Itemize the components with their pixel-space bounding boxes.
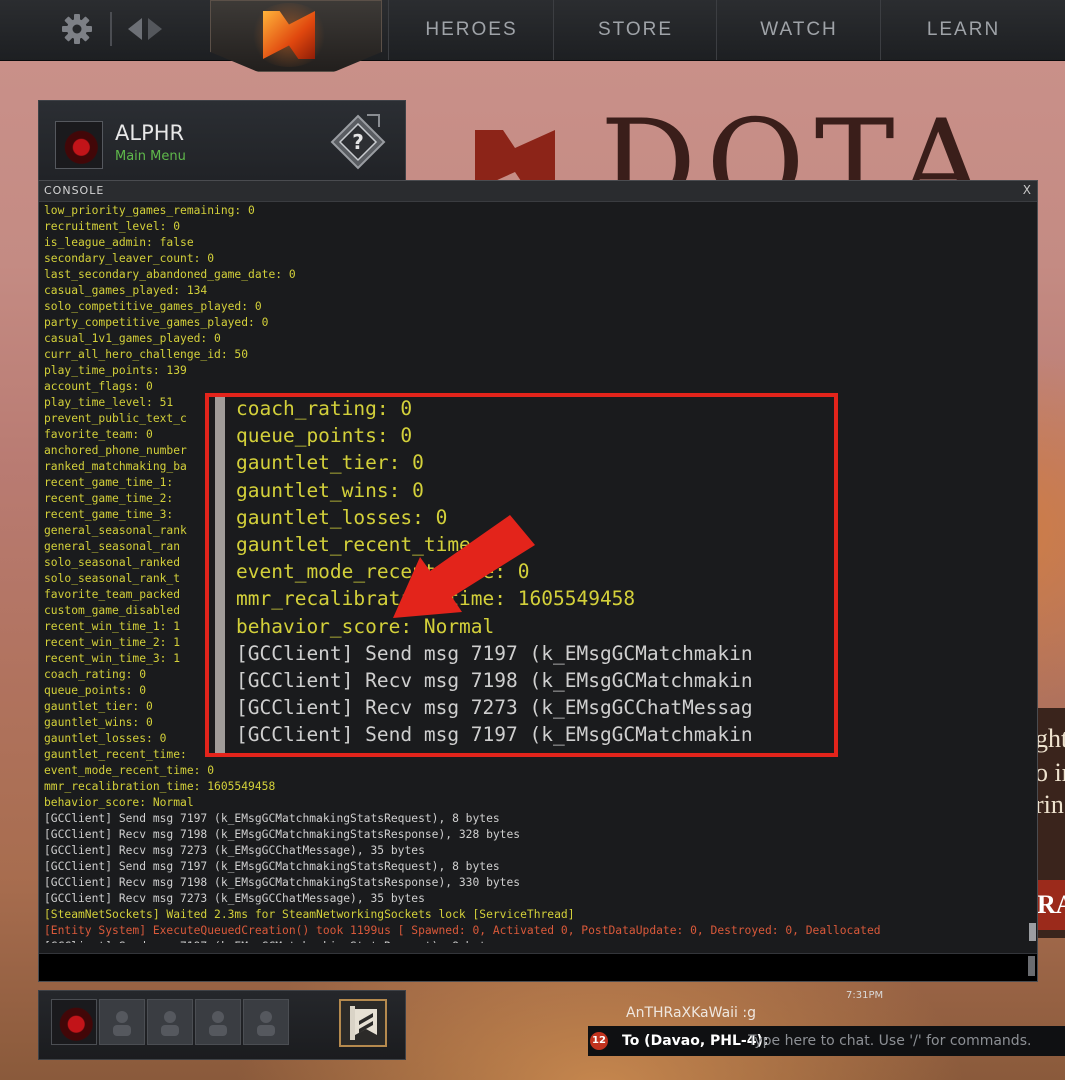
promo-text-line: ght: [1035, 724, 1065, 753]
zoom-console-line: [GCClient] Recv msg 7198 (k_EMsgGCMatchm…: [236, 748, 753, 753]
console-line: curr_all_hero_challenge_id: 50: [44, 348, 249, 361]
console-line: event_mode_recent_time: 0: [44, 764, 215, 777]
zoom-console-line: gauntlet_wins: 0: [236, 478, 424, 502]
nav-heroes[interactable]: HEROES: [388, 0, 554, 60]
person-icon: [209, 1011, 227, 1036]
chat-timestamp: 7:31PM: [846, 990, 884, 1001]
close-button[interactable]: X: [1023, 183, 1031, 197]
nav-store[interactable]: STORE: [553, 0, 717, 60]
console-line: [Entity System] ExecuteQueuedCreation() …: [44, 924, 881, 937]
red-arrow-icon: [393, 515, 535, 618]
promo-text-line: rin: [1035, 790, 1064, 819]
console-line: [SteamNetSockets] Waited 2.3ms for Steam…: [44, 908, 575, 921]
person-icon: [113, 1011, 131, 1036]
banner-icon: [350, 1006, 377, 1040]
zoom-console-line: [GCClient] Send msg 7197 (k_EMsgGCMatchm…: [236, 641, 753, 665]
dota-logo: DOTA: [470, 95, 990, 225]
profile-name: ALPHR: [115, 121, 185, 145]
back-forward-arrows-icon[interactable]: [126, 16, 164, 42]
console-line: party_competitive_games_played: 0: [44, 316, 269, 329]
console-line: [GCClient] Recv msg 7273 (k_EMsgGCChatMe…: [44, 844, 425, 857]
nav-watch[interactable]: WATCH: [716, 0, 881, 60]
top-navigation-bar: HEROES STORE WATCH LEARN: [0, 0, 1065, 72]
chat-input[interactable]: [748, 1030, 1058, 1052]
console-header[interactable]: CONSOLE X: [39, 181, 1037, 202]
console-line: last_secondary_abandoned_game_date: 0: [44, 268, 296, 281]
scrollbar-thumb[interactable]: [1029, 923, 1036, 941]
console-line: [GCClient] Recv msg 7198 (k_EMsgGCMatchm…: [44, 828, 521, 841]
zoom-console-line: [GCClient] Recv msg 7198 (k_EMsgGCMatchm…: [236, 668, 753, 692]
console-line: secondary_leaver_count: 0: [44, 252, 215, 265]
chat-message-user: AnTHRaXKaWaii :g: [626, 1005, 756, 1021]
profile-status: Main Menu: [115, 149, 186, 164]
console-line: [GCClient] Send msg 7197 (k_EMsgGCMatchm…: [44, 939, 1029, 943]
console-scrollbar[interactable]: [1029, 203, 1037, 943]
console-line: play_time_points: 139: [44, 364, 187, 377]
console-line: low_priority_games_remaining: 0: [44, 204, 255, 217]
zoom-console-line: gauntlet_tier: 0: [236, 451, 424, 475]
nav-learn[interactable]: LEARN: [880, 0, 1046, 60]
party-slot[interactable]: [147, 999, 193, 1045]
party-slot[interactable]: [99, 999, 145, 1045]
banner-button[interactable]: [339, 999, 387, 1047]
party-bar: [38, 990, 406, 1060]
console-line: casual_games_played: 134: [44, 284, 208, 297]
zoom-scroll-edge: [215, 397, 225, 753]
console-line: recruitment_level: 0: [44, 220, 181, 233]
console-command-input[interactable]: [39, 953, 1037, 981]
svg-text:?: ?: [352, 130, 364, 154]
console-line: solo_competitive_games_played: 0: [44, 300, 262, 313]
person-icon: [257, 1011, 275, 1036]
zoom-console-line: [GCClient] Send msg 7197 (k_EMsgGCMatchm…: [236, 723, 753, 747]
gear-icon[interactable]: [60, 12, 94, 46]
console-line: [GCClient] Send msg 7197 (k_EMsgGCMatchm…: [44, 812, 500, 825]
console-line: behavior_score: Normal: [44, 796, 194, 809]
zoom-console-line: [GCClient] Recv msg 7273 (k_EMsgGCChatMe…: [236, 696, 753, 720]
rank-badge-icon[interactable]: ?: [329, 113, 387, 171]
console-line: [GCClient] Recv msg 7273 (k_EMsgGCChatMe…: [44, 892, 425, 905]
toolbar-divider: [110, 12, 112, 46]
party-slot[interactable]: [195, 999, 241, 1045]
input-scrollbar[interactable]: [1028, 956, 1035, 976]
party-slot[interactable]: [243, 999, 289, 1045]
zoom-console-line: coach_rating: 0: [236, 397, 413, 420]
chat-channel-label[interactable]: To (Davao, PHL-4):: [622, 1033, 768, 1049]
console-line: casual_1v1_games_played: 0: [44, 332, 221, 345]
zoom-console-line: queue_points: 0: [236, 424, 413, 448]
console-line: [GCClient] Send msg 7197 (k_EMsgGCMatchm…: [44, 860, 500, 873]
console-line: mmr_recalibration_time: 1605549458: [44, 780, 276, 793]
person-icon: [161, 1011, 179, 1036]
profile-panel[interactable]: ALPHR Main Menu ?: [38, 100, 406, 186]
console-title: CONSOLE: [44, 184, 105, 197]
avatar[interactable]: [55, 121, 103, 169]
console-line: is_league_admin: false: [44, 236, 194, 249]
promo-text-line: o in: [1035, 758, 1065, 787]
party-slot-self[interactable]: [51, 999, 97, 1045]
chat-bar[interactable]: 12 To (Davao, PHL-4):: [588, 1026, 1065, 1056]
dota-home-button[interactable]: [210, 0, 382, 72]
console-line: [GCClient] Recv msg 7198 (k_EMsgGCMatchm…: [44, 876, 521, 889]
unread-count-badge[interactable]: 12: [590, 1032, 608, 1050]
